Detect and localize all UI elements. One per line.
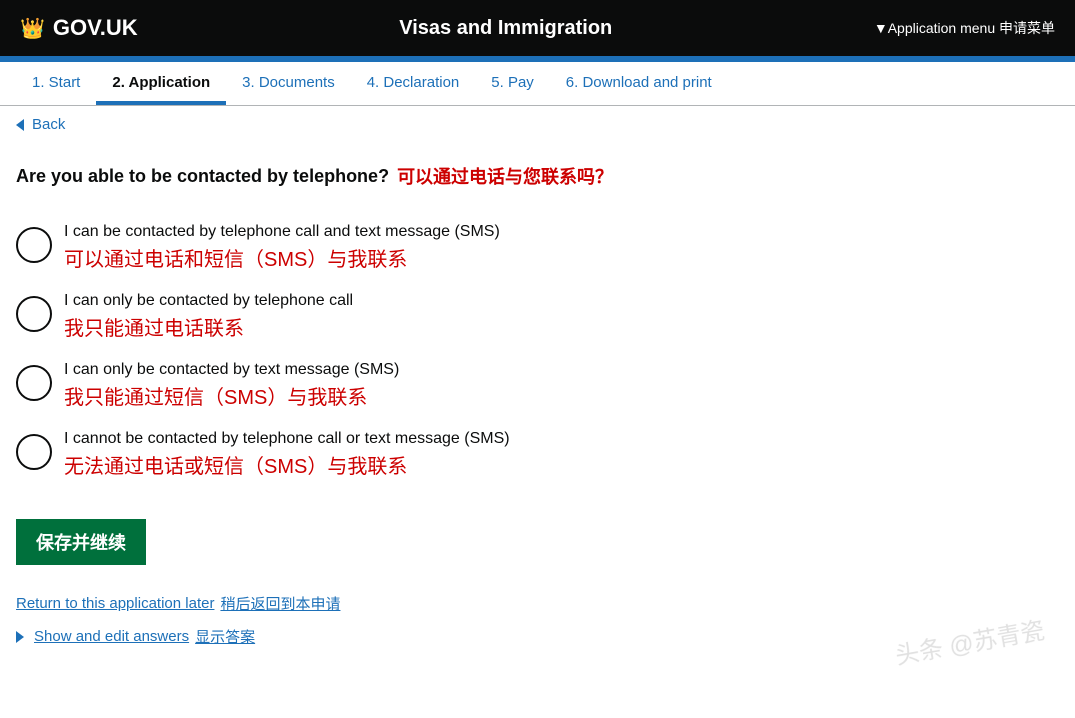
radio-label-1-zh: 可以通过电话和短信（SMS）与我联系 — [64, 243, 500, 272]
back-arrow-icon — [16, 119, 24, 131]
radio-label-2-en: I can only be contacted by telephone cal… — [64, 292, 353, 310]
tab-start[interactable]: 1. Start — [16, 62, 96, 105]
back-link[interactable]: Back — [0, 106, 1075, 143]
site-title: Visas and Immigration — [399, 17, 612, 40]
show-answers-zh: 显示答案 — [195, 626, 255, 647]
watermark-text: 头条 @苏青瓷 — [892, 610, 1047, 671]
radio-option-2[interactable]: I can only be contacted by telephone cal… — [16, 282, 784, 351]
radio-label-1-en: I can be contacted by telephone call and… — [64, 223, 500, 241]
radio-label-1: I can be contacted by telephone call and… — [64, 223, 500, 272]
radio-option-1[interactable]: I can be contacted by telephone call and… — [16, 213, 784, 282]
radio-input-3[interactable] — [16, 365, 52, 401]
radio-options-group: I can be contacted by telephone call and… — [16, 213, 784, 489]
radio-label-3-en: I can only be contacted by text message … — [64, 361, 399, 379]
show-answers-en: Show and edit answers — [34, 628, 189, 645]
tab-download[interactable]: 6. Download and print — [550, 62, 728, 105]
radio-label-3: I can only be contacted by text message … — [64, 361, 399, 410]
footer-links: Return to this application later 稍后返回到本申… — [16, 589, 784, 647]
return-later-en: Return to this application later — [16, 595, 214, 612]
tab-declaration[interactable]: 4. Declaration — [351, 62, 476, 105]
show-answers-arrow-icon — [16, 631, 24, 643]
tab-documents[interactable]: 3. Documents — [226, 62, 351, 105]
site-header: 👑 GOV.UK Visas and Immigration ▼Applicat… — [0, 0, 1075, 56]
radio-option-3[interactable]: I can only be contacted by text message … — [16, 351, 784, 420]
question-en-text: Are you able to be contacted by telephon… — [16, 166, 389, 187]
question-zh-text: 可以通过电话与您联系吗？ — [397, 163, 613, 189]
gov-logo[interactable]: 👑 GOV.UK — [20, 15, 138, 41]
radio-label-2: I can only be contacted by telephone cal… — [64, 292, 353, 341]
main-content: Are you able to be contacted by telephon… — [0, 143, 800, 677]
radio-label-4-en: I cannot be contacted by telephone call … — [64, 430, 510, 448]
radio-label-3-zh: 我只能通过短信（SMS）与我联系 — [64, 381, 399, 410]
back-link-label: Back — [32, 116, 65, 133]
tab-application[interactable]: 2. Application — [96, 62, 226, 105]
radio-label-4-zh: 无法通过电话或短信（SMS）与我联系 — [64, 450, 510, 479]
logo-text: GOV.UK — [53, 15, 138, 41]
show-edit-answers-link[interactable]: Show and edit answers 显示答案 — [16, 626, 784, 647]
application-menu-button[interactable]: ▼Application menu 申请菜单 — [874, 18, 1055, 38]
radio-input-1[interactable] — [16, 227, 52, 263]
question-heading: Are you able to be contacted by telephon… — [16, 163, 784, 189]
return-later-zh: 稍后返回到本申请 — [220, 593, 340, 614]
radio-input-4[interactable] — [16, 434, 52, 470]
radio-input-2[interactable] — [16, 296, 52, 332]
crown-icon: 👑 — [20, 16, 45, 41]
step-navigation: 1. Start 2. Application 3. Documents 4. … — [0, 62, 1075, 106]
tab-pay[interactable]: 5. Pay — [475, 62, 550, 105]
return-later-link[interactable]: Return to this application later 稍后返回到本申… — [16, 593, 784, 614]
radio-label-4: I cannot be contacted by telephone call … — [64, 430, 510, 479]
save-continue-button[interactable]: 保存并继续 — [16, 519, 146, 565]
radio-label-2-zh: 我只能通过电话联系 — [64, 312, 353, 341]
radio-option-4[interactable]: I cannot be contacted by telephone call … — [16, 420, 784, 489]
